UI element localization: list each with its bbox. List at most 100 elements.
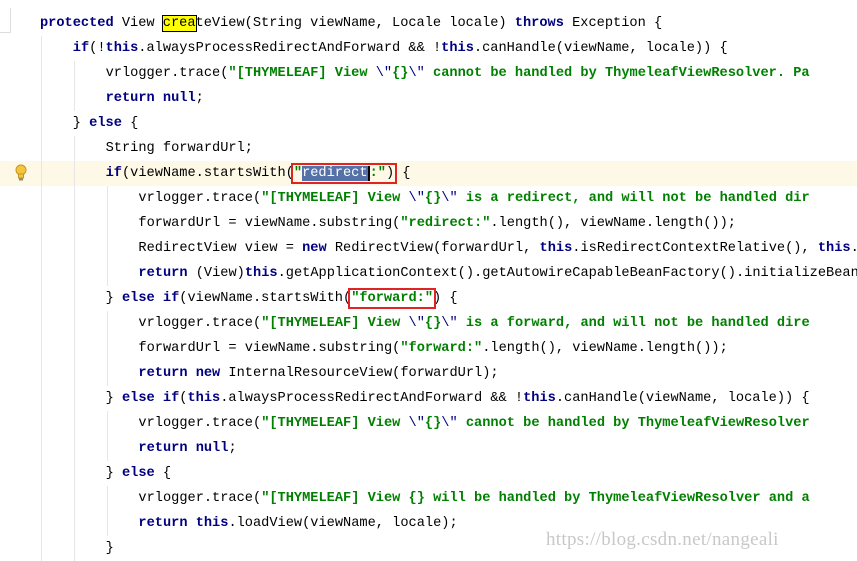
keyword-token: return null <box>105 91 196 106</box>
keyword-token: else <box>89 116 122 131</box>
code-token: ) <box>433 291 442 306</box>
code-text: RedirectView view = new RedirectView(for… <box>138 236 857 261</box>
code-token: { <box>121 116 139 131</box>
keyword-token: if <box>72 41 90 56</box>
code-token: View <box>113 16 163 31</box>
code-token: vrlogger.trace( <box>138 316 262 331</box>
code-text: } else { <box>106 461 172 486</box>
code-text: vrlogger.trace("[THYMELEAF] View \"{}\" … <box>138 186 809 211</box>
indent-guide <box>73 261 75 286</box>
indent-guide <box>41 61 42 86</box>
code-token: } <box>105 466 122 481</box>
code-line[interactable]: } else { <box>0 111 857 136</box>
code-text: } else if(viewName.startsWith("forward:"… <box>106 286 458 311</box>
code-line[interactable]: if(! this.alwaysProcessRedirectAndForward… <box>0 36 857 61</box>
code-text: vrlogger.trace("[THYMELEAF] View {} will… <box>138 486 809 511</box>
code-token: (viewName.startsWith( <box>179 291 352 306</box>
code-line[interactable]: } else if(this.alwaysProcessRedirectAndF… <box>0 386 857 411</box>
code-token: .length(), viewName.length()); <box>482 341 728 356</box>
indent-guide <box>73 536 75 561</box>
indent-guide <box>41 111 42 136</box>
keyword-token: this <box>817 241 851 256</box>
indent-guide <box>41 86 42 111</box>
indent-guide <box>41 286 42 311</box>
code-text: return (View)this.getApplicationContext(… <box>138 261 857 286</box>
code-line[interactable]: return null; <box>0 436 857 461</box>
code-line[interactable]: forwardUrl = viewName.substring("redirec… <box>0 211 857 236</box>
code-token: } <box>105 291 122 306</box>
lightbulb-icon[interactable] <box>15 164 27 182</box>
keyword-token: this <box>244 266 278 281</box>
string-token: "[THYMELEAF] View <box>261 191 409 206</box>
indent-guide <box>41 261 42 286</box>
code-line[interactable]: vrlogger.trace("[THYMELEAF] View \"{}\" … <box>0 311 857 336</box>
keyword-token: if <box>105 166 122 181</box>
code-line[interactable]: vrlogger.trace("[THYMELEAF] View \"{}\" … <box>0 186 857 211</box>
code-text: if(viewName.startsWith("redirect:") { <box>106 161 411 186</box>
code-token: } <box>105 391 122 406</box>
code-token: ) <box>385 166 395 181</box>
escape-token: \" <box>441 316 458 331</box>
code-token: RedirectView view = <box>138 241 303 256</box>
string-token: "forward:" <box>400 341 483 356</box>
string-token: :" <box>369 166 386 181</box>
code-line[interactable]: protected View createView(String viewNam… <box>0 11 857 36</box>
indent-guide <box>73 161 75 186</box>
indent-guide <box>41 411 42 436</box>
code-line[interactable]: return new InternalResourceView(forwardU… <box>0 361 857 386</box>
code-token: .alwaysProcessRedirectAndForward && ! <box>138 41 442 56</box>
keyword-token: throws <box>514 16 564 31</box>
indent-guide <box>41 336 42 361</box>
indent-guide <box>73 136 75 161</box>
code-text: if(! this.alwaysProcessRedirectAndForward… <box>73 36 728 61</box>
keyword-token: this <box>523 391 556 406</box>
code-token: RedirectView(forwardUrl, <box>326 241 540 256</box>
indent-guide <box>41 361 42 386</box>
code-line[interactable]: String forwardUrl; <box>0 136 857 161</box>
indent-guide <box>73 486 75 511</box>
keyword-token: return this <box>138 516 229 531</box>
code-text: return new InternalResourceView(forwardU… <box>138 361 498 386</box>
keyword-token: this <box>441 41 474 56</box>
keyword-token: return null <box>138 441 229 456</box>
code-line[interactable]: vrlogger.trace("[THYMELEAF] View {} will… <box>0 486 857 511</box>
keyword-token: this <box>539 241 573 256</box>
string-token: "[THYMELEAF] View {} will be handled by … <box>261 491 810 506</box>
code-token: vrlogger.trace( <box>138 191 262 206</box>
red-annotation-box: "redirect:") <box>290 163 398 184</box>
code-token: .getApplicationContext().getAutowireCapa… <box>277 266 857 281</box>
code-text: } else { <box>73 111 139 136</box>
indent-guide <box>73 511 75 536</box>
indent-guide <box>73 186 75 211</box>
keyword-token: else if <box>121 291 180 306</box>
code-line-current[interactable]: if(viewName.startsWith("redirect:") { <box>0 161 857 186</box>
code-text: forwardUrl = viewName.substring("redirec… <box>138 211 736 236</box>
code-text: protected View createView(String viewNam… <box>40 11 662 36</box>
code-token: forwardUrl = viewName.substring( <box>138 216 401 231</box>
code-line[interactable]: return (View)this.getApplicationContext(… <box>0 261 857 286</box>
keyword-token: else <box>121 466 155 481</box>
escape-token: \" <box>441 416 458 431</box>
code-token: vrlogger.trace( <box>105 66 229 81</box>
code-token: ; <box>195 91 204 106</box>
code-editor[interactable]: protected View createView(String viewNam… <box>0 0 857 561</box>
code-line[interactable]: forwardUrl = viewName.substring("forward… <box>0 336 857 361</box>
search-match-highlight: crea <box>161 15 197 32</box>
code-token: (! <box>89 41 106 56</box>
string-token: {} <box>424 191 442 206</box>
code-line[interactable]: } else if(viewName.startsWith("forward:"… <box>0 286 857 311</box>
keyword-token: new <box>302 241 327 256</box>
code-line[interactable]: vrlogger.trace("[THYMELEAF] View \"{}\" … <box>0 411 857 436</box>
string-token: "forward:" <box>351 291 434 306</box>
indent-guide <box>73 436 75 461</box>
keyword-token: protected <box>40 16 114 31</box>
indent-guide <box>73 86 75 111</box>
indent-guide <box>73 461 75 486</box>
code-line[interactable]: } else { <box>0 461 857 486</box>
code-line[interactable]: vrlogger.trace("[THYMELEAF] View \"{}\" … <box>0 61 857 86</box>
indent-guide <box>106 211 108 236</box>
code-token: vrlogger.trace( <box>138 491 262 506</box>
code-line[interactable]: RedirectView view = new RedirectView(for… <box>0 236 857 261</box>
indent-guide <box>106 511 108 536</box>
code-line[interactable]: return null; <box>0 86 857 111</box>
